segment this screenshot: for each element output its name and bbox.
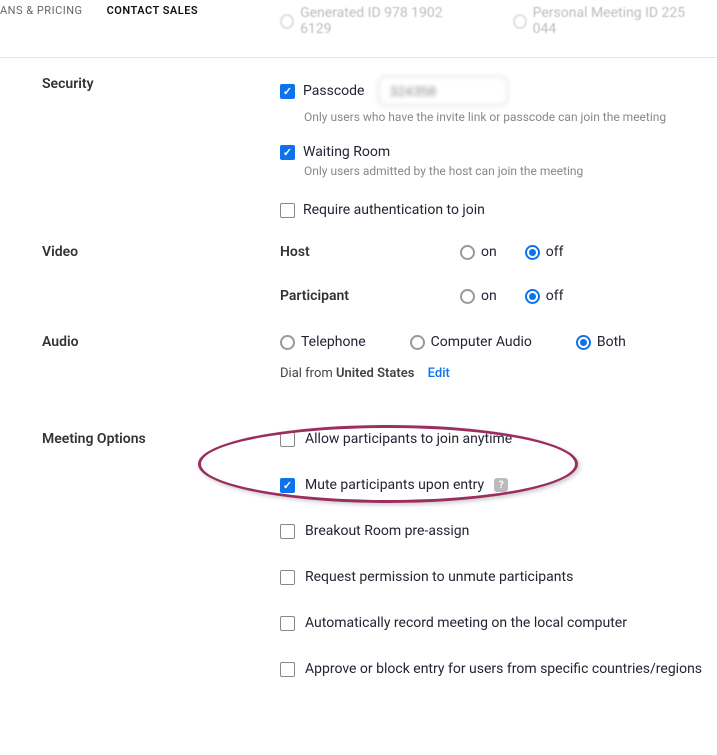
off-label: off <box>546 288 564 304</box>
audio-telephone-radio[interactable]: Telephone <box>280 334 366 350</box>
require-auth-checkbox[interactable] <box>280 203 295 218</box>
waiting-room-label: Waiting Room <box>303 144 390 160</box>
passcode-label: Passcode <box>303 83 364 99</box>
host-video-on-radio[interactable]: on <box>460 244 497 260</box>
off-label: off <box>546 244 564 260</box>
request-unmute-label: Request permission to unmute participant… <box>305 569 573 585</box>
on-label: on <box>481 244 497 260</box>
host-video-off-radio[interactable]: off <box>525 244 564 260</box>
on-label: on <box>481 288 497 304</box>
mute-entry-checkbox[interactable] <box>280 478 295 493</box>
computer-audio-label: Computer Audio <box>431 334 532 350</box>
allow-anytime-checkbox[interactable] <box>280 432 295 447</box>
video-host-label: Host <box>280 244 460 260</box>
request-unmute-checkbox[interactable] <box>280 570 295 585</box>
passcode-subtext: Only users who have the invite link or p… <box>304 110 717 124</box>
audio-title: Audio <box>0 334 280 350</box>
waiting-room-checkbox[interactable] <box>280 145 295 160</box>
meeting-options-title: Meeting Options <box>0 431 280 447</box>
security-title: Security <box>0 76 280 92</box>
mute-entry-label: Mute participants upon entry <box>305 477 484 493</box>
dial-country: United States <box>336 366 414 381</box>
audio-computer-radio[interactable]: Computer Audio <box>410 334 532 350</box>
generated-id-label: Generated ID 978 1902 6129 <box>300 5 462 37</box>
generated-id-radio[interactable]: Generated ID 978 1902 6129 <box>280 5 463 37</box>
waiting-room-subtext: Only users admitted by the host can join… <box>304 164 717 178</box>
require-auth-label: Require authentication to join <box>303 202 485 218</box>
allow-anytime-label: Allow participants to join anytime <box>305 431 512 447</box>
both-label: Both <box>597 334 626 350</box>
personal-id-label: Personal Meeting ID 225 044 <box>533 5 697 37</box>
participant-video-off-radio[interactable]: off <box>525 288 564 304</box>
approve-block-checkbox[interactable] <box>280 662 295 677</box>
divider <box>0 57 717 58</box>
passcode-input[interactable] <box>378 76 508 106</box>
breakout-checkbox[interactable] <box>280 524 295 539</box>
video-title: Video <box>0 244 280 260</box>
passcode-checkbox[interactable] <box>280 84 295 99</box>
video-participant-label: Participant <box>280 288 460 304</box>
audio-both-radio[interactable]: Both <box>576 334 626 350</box>
telephone-label: Telephone <box>301 334 366 350</box>
auto-record-label: Automatically record meeting on the loca… <box>305 615 627 631</box>
personal-id-radio[interactable]: Personal Meeting ID 225 044 <box>513 5 697 37</box>
breakout-label: Breakout Room pre-assign <box>305 523 469 539</box>
dial-edit-link[interactable]: Edit <box>428 366 450 381</box>
participant-video-on-radio[interactable]: on <box>460 288 497 304</box>
dial-prefix: Dial from <box>280 366 336 381</box>
meeting-id-row: Generated ID 978 1902 6129 Personal Meet… <box>0 5 717 37</box>
auto-record-checkbox[interactable] <box>280 616 295 631</box>
info-icon[interactable]: ? <box>494 478 508 492</box>
approve-block-label: Approve or block entry for users from sp… <box>305 661 702 677</box>
